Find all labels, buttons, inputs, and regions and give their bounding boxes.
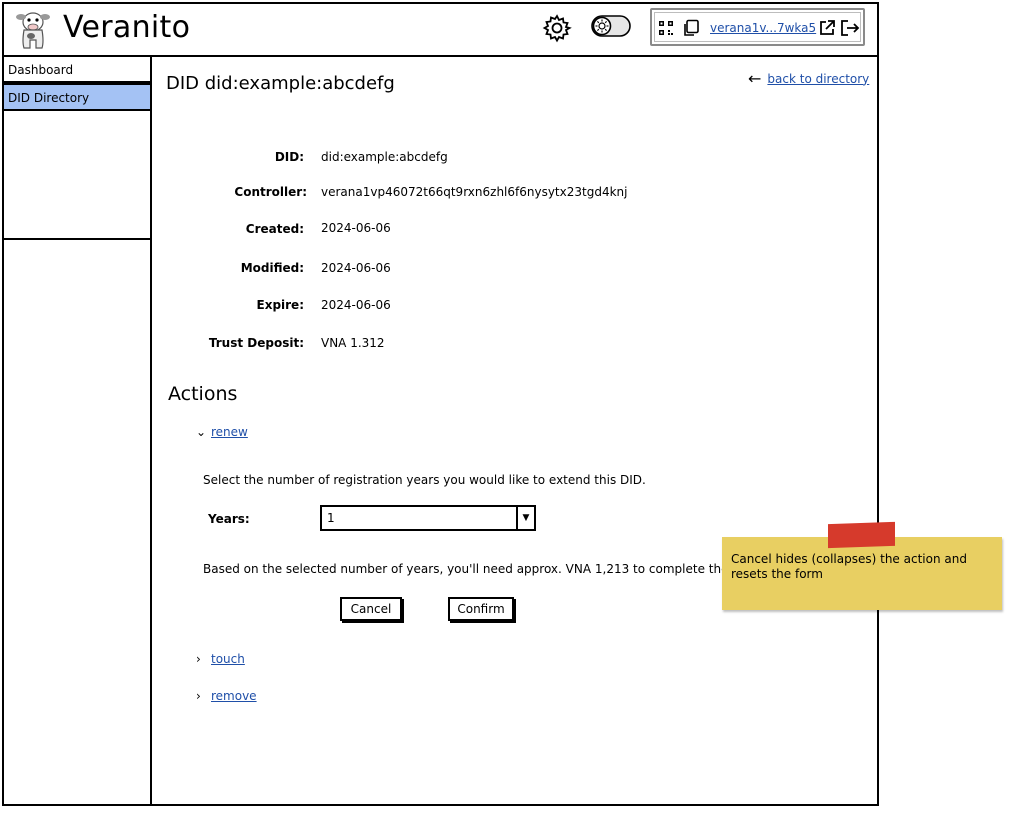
arrow-left-icon: ← — [748, 69, 762, 88]
field-value-expire: 2024-06-06 — [321, 298, 391, 312]
field-value-did: did:example:abcdefg — [321, 150, 448, 164]
renew-instruction: Select the number of registration years … — [203, 473, 646, 487]
field-value-created: 2024-06-06 — [321, 221, 391, 235]
field-label-modified: Modified: — [240, 261, 304, 275]
wallet-address-link[interactable]: verana1v...7wka5 — [710, 21, 816, 35]
field-label-did: DID: — [274, 150, 304, 164]
sticky-note-text: Cancel hides (collapses) the action and … — [731, 552, 967, 581]
field-label-trust-deposit: Trust Deposit: — [208, 336, 304, 350]
cow-logo-icon — [16, 12, 50, 49]
action-renew-toggle[interactable]: ⌄ renew — [196, 425, 248, 439]
chevron-right-icon: › — [196, 652, 201, 666]
action-touch-toggle[interactable]: › touch — [196, 652, 245, 666]
action-renew-label: renew — [211, 425, 248, 439]
main-panel — [150, 55, 879, 806]
gear-icon[interactable] — [542, 13, 572, 43]
field-label-created: Created: — [245, 222, 304, 236]
actions-heading: Actions — [168, 383, 238, 405]
copy-icon[interactable] — [682, 19, 700, 37]
field-value-controller: verana1vp46072t66qt9rxn6zhl6f6nysytx23tg… — [321, 185, 628, 199]
page-title: DID did:example:abcdefg — [166, 73, 395, 94]
cancel-button[interactable]: Cancel — [340, 597, 402, 621]
action-touch-label: touch — [211, 652, 245, 666]
sidebar-item-did-directory[interactable]: DID Directory — [4, 83, 150, 111]
chevron-down-icon: ▼ — [516, 507, 534, 529]
field-label-controller: Controller: — [234, 185, 307, 199]
logout-icon[interactable] — [840, 19, 860, 37]
action-remove-toggle[interactable]: › remove — [196, 689, 257, 703]
chevron-down-icon: ⌄ — [196, 425, 207, 439]
theme-toggle[interactable] — [591, 15, 631, 37]
chevron-right-icon: › — [196, 689, 201, 703]
app-title: Veranito — [63, 10, 191, 45]
field-value-modified: 2024-06-06 — [321, 261, 391, 275]
cost-note: Based on the selected number of years, y… — [203, 562, 750, 576]
back-to-directory-link[interactable]: ← back to directory — [748, 69, 869, 88]
qr-code-icon[interactable] — [658, 20, 674, 36]
back-link-label: back to directory — [767, 71, 870, 86]
action-remove-label: remove — [211, 689, 257, 703]
sidebar-item-dashboard[interactable]: Dashboard — [4, 57, 150, 83]
sticky-note-tape — [828, 521, 895, 549]
years-select-value: 1 — [327, 511, 335, 525]
confirm-button[interactable]: Confirm — [448, 597, 514, 621]
external-link-icon[interactable] — [818, 19, 836, 37]
field-value-trust-deposit: VNA 1.312 — [321, 336, 385, 350]
years-select[interactable]: 1 ▼ — [320, 505, 536, 531]
field-label-expire: Expire: — [256, 298, 305, 312]
years-label: Years: — [208, 512, 250, 526]
